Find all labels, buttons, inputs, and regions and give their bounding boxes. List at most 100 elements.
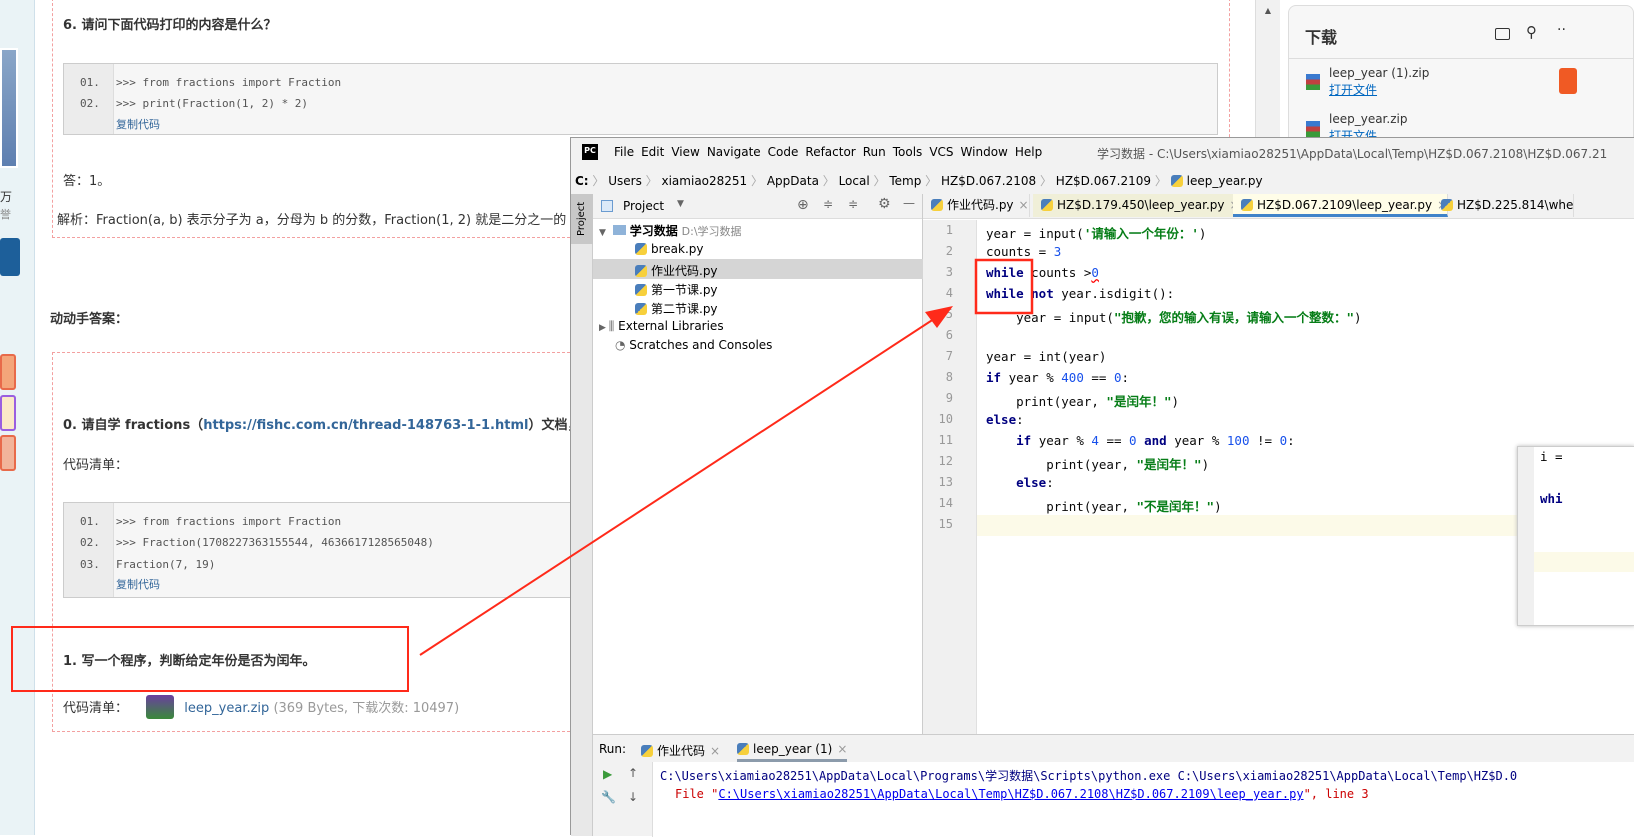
code-list-label: 代码清单： xyxy=(63,458,129,473)
editor[interactable]: 作业代码.py×HZ$D.179.450\leep_year.py×HZ$D.0… xyxy=(923,194,1634,734)
menu-run[interactable]: Run xyxy=(863,145,886,159)
tree-external-libraries[interactable]: ▶ ⫼ External Libraries xyxy=(599,319,724,334)
line-number: 14 xyxy=(938,496,953,510)
tree-scratches[interactable]: ◔ Scratches and Consoles xyxy=(615,338,772,352)
breadcrumb-item[interactable]: AppData xyxy=(767,174,819,188)
tree-file[interactable]: 第一节课.py xyxy=(635,281,718,298)
code-list-label: 代码清单： xyxy=(63,701,129,716)
line-number: 12 xyxy=(938,454,953,468)
close-icon[interactable]: × xyxy=(710,744,720,758)
scroll-up-icon[interactable]: ↑ xyxy=(628,766,638,780)
chevron-down-icon[interactable]: ▼ xyxy=(677,199,684,209)
question-0-title: 0. 请自学 fractions（https://fishc.com.cn/th… xyxy=(63,414,593,433)
locate-icon[interactable]: ⊕ xyxy=(797,197,809,213)
python-file-icon xyxy=(635,284,647,296)
editor-tab[interactable]: 作业代码.py × xyxy=(923,194,1030,217)
attachment-link[interactable]: leep_year.zip xyxy=(184,701,269,716)
menu-file[interactable]: File xyxy=(614,145,634,159)
console-error-line: File "C:\Users\xiamiao28251\AppData\Loca… xyxy=(675,787,1369,801)
breadcrumb-item[interactable]: HZ$D.067.2109 xyxy=(1056,174,1151,188)
project-stripe-button[interactable]: Project xyxy=(571,194,593,244)
title-menu-bar: PC File Edit View Navigate Code Refactor Run To… xyxy=(571,138,1634,166)
tree-file[interactable]: 第二节课.py xyxy=(635,300,718,317)
editor-tab[interactable]: HZ$D.225.814\whe xyxy=(1433,194,1575,217)
breadcrumb-item[interactable]: Users xyxy=(608,174,642,188)
code-line: >>> print(Fraction(1, 2) * 2) xyxy=(116,97,309,110)
editor-tab[interactable]: HZ$D.179.450\leep_year.py× xyxy=(1033,194,1241,217)
breadcrumb-item[interactable]: Temp xyxy=(889,174,921,188)
fractions-doc-link[interactable]: https://fishc.com.cn/thread-148763-1-1.h… xyxy=(203,418,528,433)
window-title: 学习数据 - C:\Users\xiamiao28251\AppData\Loc… xyxy=(1097,147,1608,161)
menu-refactor[interactable]: Refactor xyxy=(805,145,855,159)
file-name: 作业代码.py xyxy=(651,264,718,278)
tree-root[interactable]: ▼ 学习数据 D:\学习数据 xyxy=(599,222,742,239)
breadcrumb-item[interactable]: Local xyxy=(839,174,870,188)
error-file-link[interactable]: C:\Users\xiamiao28251\AppData\Local\Temp… xyxy=(718,787,1303,801)
scroll-up-arrow-icon[interactable]: ▲ xyxy=(1256,6,1280,15)
error-text: ", line 3 xyxy=(1303,787,1369,801)
menu-help[interactable]: Help xyxy=(1015,145,1042,159)
line-number: 8 xyxy=(945,370,953,384)
line-number: 1 xyxy=(945,223,953,237)
menu-bar: File Edit View Navigate Code Refactor Run Tools… xyxy=(614,145,1049,159)
python-file-icon xyxy=(1170,175,1183,187)
run-tab-active[interactable]: leep_year (1) × xyxy=(737,742,848,762)
menu-vcs[interactable]: VCS xyxy=(929,145,953,159)
rerun-icon[interactable]: ▶ xyxy=(603,767,612,781)
close-tab-icon[interactable]: × xyxy=(1019,198,1029,212)
code-line: >>> from fractions import Fraction xyxy=(116,515,342,528)
breadcrumb-item[interactable]: leep_year.py xyxy=(1187,174,1263,188)
scroll-down-icon[interactable]: ↓ xyxy=(628,790,638,804)
close-icon[interactable]: × xyxy=(837,742,847,756)
hide-icon[interactable]: — xyxy=(903,196,915,210)
menu-tools[interactable]: Tools xyxy=(893,145,923,159)
chevron-right-icon: 〉 xyxy=(1036,174,1056,188)
code-line: while counts >0 xyxy=(986,265,1099,280)
search-icon[interactable]: ⚲ xyxy=(1526,23,1537,41)
copy-code-link[interactable]: 复制代码 xyxy=(116,576,160,592)
editor-tab[interactable]: HZ$D.067.2109\leep_year.py× xyxy=(1233,194,1449,217)
expand-all-icon[interactable]: ≑ xyxy=(823,197,833,211)
gear-icon[interactable]: ⚙ xyxy=(878,196,891,212)
floating-editor-window[interactable]: i = whi xyxy=(1517,446,1634,626)
breadcrumb-item[interactable]: C: xyxy=(575,174,589,188)
breadcrumb: C: 〉 Users 〉 xiamiao28251 〉 AppData 〉 Lo… xyxy=(571,166,1634,192)
hands-on-heading: 动动手答案： xyxy=(50,312,129,327)
code-line: print(year, "不是闰年！") xyxy=(986,499,1222,514)
file-name: 第一节课.py xyxy=(651,283,718,297)
run-tab[interactable]: 作业代码 × xyxy=(641,742,720,759)
line-number: 02. xyxy=(80,536,100,549)
project-view-selector[interactable]: Project xyxy=(623,199,664,213)
menu-window[interactable]: Window xyxy=(961,145,1008,159)
download-filename: leep_year (1).zip xyxy=(1329,66,1430,80)
more-icon[interactable]: ·· xyxy=(1557,22,1566,38)
download-filename: leep_year.zip xyxy=(1329,112,1408,126)
run-label: Run: xyxy=(599,742,627,756)
menu-code[interactable]: Code xyxy=(768,145,799,159)
file-name: 第二节课.py xyxy=(651,302,718,316)
breadcrumb-item[interactable]: HZ$D.067.2108 xyxy=(941,174,1036,188)
open-file-link[interactable]: 打开文件 xyxy=(1329,81,1377,98)
project-toolbar: Project ▼ ⊕ ≑ ≑ ⚙ — xyxy=(593,194,922,219)
line-number: 2 xyxy=(945,244,953,258)
chevron-right-icon: 〉 xyxy=(921,174,941,188)
menu-view[interactable]: View xyxy=(671,145,699,159)
menu-edit[interactable]: Edit xyxy=(641,145,664,159)
project-icon xyxy=(601,200,613,212)
menu-navigate[interactable]: Navigate xyxy=(707,145,761,159)
collapse-all-icon[interactable]: ≑ xyxy=(848,197,858,211)
attachment-meta: (369 Bytes, 下载次数: 10497) xyxy=(273,701,460,716)
breadcrumb-item[interactable]: xiamiao28251 xyxy=(662,174,748,188)
question-0-text: 0. 请自学 fractions（ xyxy=(63,418,204,433)
python-file-icon xyxy=(635,243,647,255)
copy-code-link[interactable]: 复制代码 xyxy=(116,116,160,132)
project-panel: Project ▼ ⊕ ≑ ≑ ⚙ — ▼ 学习数据 D:\学习数据 break… xyxy=(593,194,923,734)
code-line: print(year, "是闰年！") xyxy=(986,394,1180,409)
line-number: 02. xyxy=(80,97,100,110)
chevron-right-icon: 〉 xyxy=(869,174,890,188)
wrench-icon[interactable]: 🔧 xyxy=(601,790,616,804)
tree-file[interactable]: break.py xyxy=(635,242,704,256)
folder-icon[interactable] xyxy=(1495,28,1510,40)
tab-label: HZ$D.225.814\whe xyxy=(1457,198,1574,212)
tree-file-selected[interactable]: 作业代码.py xyxy=(635,262,718,279)
